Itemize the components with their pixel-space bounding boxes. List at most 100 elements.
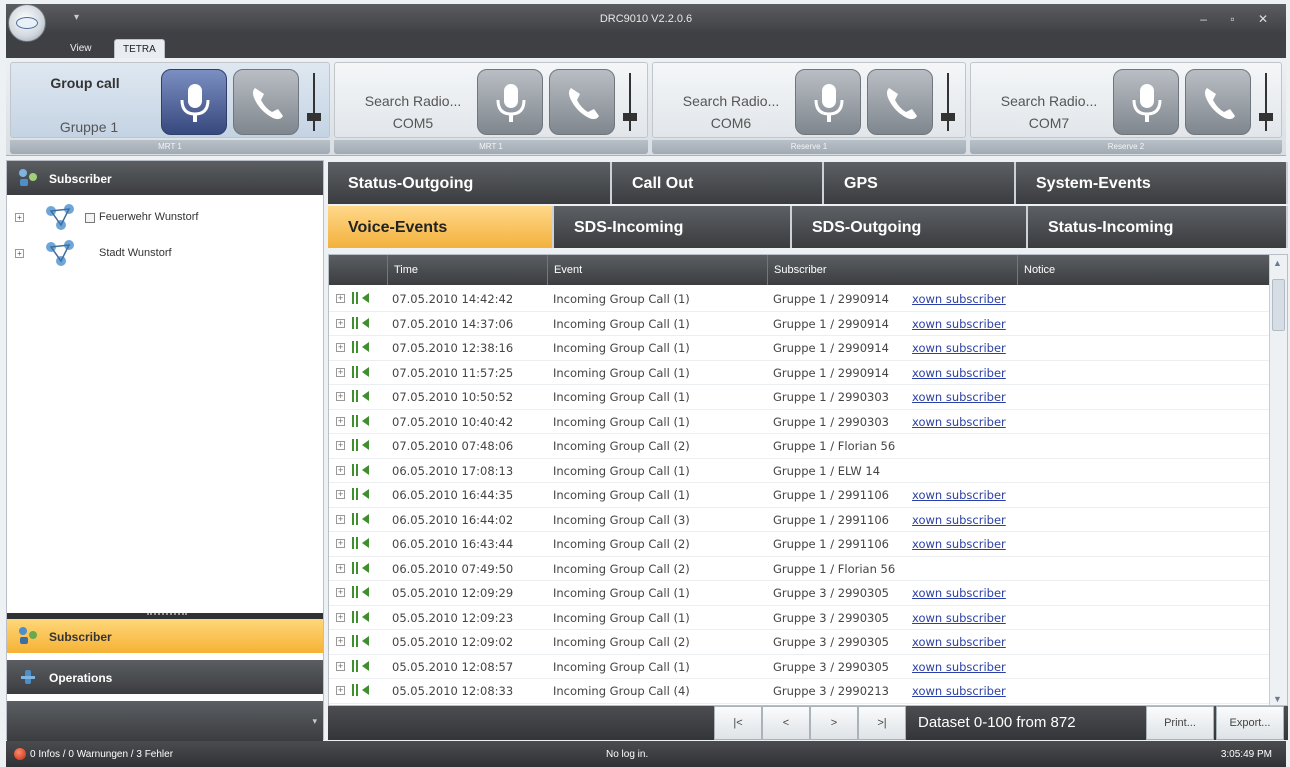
call-button[interactable] xyxy=(549,69,615,135)
print-button[interactable]: Print... xyxy=(1146,706,1214,740)
scroll-down-arrow-icon[interactable]: ▼ xyxy=(1273,694,1282,704)
row-expand-toggle[interactable]: + xyxy=(336,686,345,695)
table-row[interactable]: +07.05.2010 10:40:42 Incoming Group Call … xyxy=(329,410,1269,434)
volume-slider[interactable] xyxy=(307,73,321,133)
tab-sds-outgoing[interactable]: SDS-Outgoing xyxy=(792,206,1028,248)
volume-slider-knob[interactable] xyxy=(1259,113,1273,121)
volume-slider-knob[interactable] xyxy=(941,113,955,121)
scroll-up-arrow-icon[interactable]: ▲ xyxy=(1273,258,1282,268)
row-expand-toggle[interactable]: + xyxy=(336,392,345,401)
table-row[interactable]: +06.05.2010 16:44:02 Incoming Group Call … xyxy=(329,508,1269,532)
expand-toggle[interactable]: + xyxy=(15,249,24,258)
first-page-button[interactable]: |< xyxy=(714,706,762,740)
chevron-down-icon[interactable]: ▾ xyxy=(312,716,317,727)
row-expand-toggle[interactable]: + xyxy=(336,661,345,671)
row-expand-toggle[interactable]: + xyxy=(336,612,345,622)
own-subscriber-link[interactable]: xown subscriber xyxy=(912,341,1006,355)
ribbon-tab-view[interactable]: View xyxy=(62,39,100,58)
call-button[interactable] xyxy=(867,69,933,135)
header-cell-event[interactable]: Event xyxy=(547,255,767,285)
expand-toggle[interactable]: + xyxy=(15,213,24,222)
own-subscriber-link[interactable]: xown subscriber xyxy=(912,317,1006,331)
table-row[interactable]: +06.05.2010 16:44:35 Incoming Group Call … xyxy=(329,483,1269,508)
nav-button-subscriber[interactable]: Subscriber xyxy=(7,619,323,653)
ptt-microphone-button[interactable] xyxy=(477,69,543,135)
table-row[interactable]: +05.05.2010 12:09:02 Incoming Group Call … xyxy=(329,630,1269,655)
tab-call-out[interactable]: Call Out xyxy=(612,162,824,204)
row-expand-toggle[interactable]: + xyxy=(336,563,345,573)
tab-sds-incoming[interactable]: SDS-Incoming xyxy=(554,206,792,248)
scrollbar-thumb[interactable] xyxy=(1272,279,1285,331)
header-cell-subscriber[interactable]: Subscriber xyxy=(767,255,1017,285)
tree-item-checkbox[interactable] xyxy=(85,213,95,223)
ptt-microphone-button[interactable] xyxy=(161,69,227,135)
table-row[interactable]: +07.05.2010 12:38:16 Incoming Group Call … xyxy=(329,336,1269,361)
volume-slider[interactable] xyxy=(623,73,637,133)
header-cell-time[interactable]: Time xyxy=(387,255,547,285)
error-status-icon[interactable] xyxy=(14,748,26,760)
quick-access-toolbar[interactable]: ▾ xyxy=(74,12,79,23)
own-subscriber-link[interactable]: xown subscriber xyxy=(912,635,1006,649)
table-row[interactable]: +07.05.2010 14:42:42 Incoming Group Call … xyxy=(329,287,1269,312)
tab-voice-events[interactable]: Voice-Events xyxy=(328,206,554,248)
message-counts[interactable]: 0 Infos / 0 Warnungen / 3 Fehler xyxy=(30,749,173,760)
own-subscriber-link[interactable]: xown subscriber xyxy=(912,513,1006,527)
application-menu-orb[interactable] xyxy=(8,4,46,42)
volume-slider-knob[interactable] xyxy=(307,113,321,121)
own-subscriber-link[interactable]: xown subscriber xyxy=(912,660,1006,674)
row-expand-toggle[interactable]: + xyxy=(336,343,345,352)
nav-button-operations[interactable]: Operations xyxy=(7,660,323,694)
last-page-button[interactable]: >| xyxy=(858,706,906,740)
row-expand-toggle[interactable]: + xyxy=(336,441,345,450)
call-button[interactable] xyxy=(233,69,299,135)
table-row[interactable]: +06.05.2010 16:43:44 Incoming Group Call … xyxy=(329,532,1269,557)
table-row[interactable]: +07.05.2010 10:50:52 Incoming Group Call … xyxy=(329,385,1269,410)
ribbon-tab-tetra[interactable]: TETRA xyxy=(114,39,165,58)
row-expand-toggle[interactable]: + xyxy=(336,637,345,646)
header-cell-notice[interactable]: Notice xyxy=(1017,255,1269,285)
row-expand-toggle[interactable]: + xyxy=(336,294,345,303)
row-expand-toggle[interactable]: + xyxy=(336,539,345,548)
table-row[interactable]: +05.05.2010 12:09:23 Incoming Group Call … xyxy=(329,606,1269,630)
volume-slider[interactable] xyxy=(941,73,955,133)
row-expand-toggle[interactable]: + xyxy=(336,318,345,328)
table-row[interactable]: +05.05.2010 12:09:29 Incoming Group Call … xyxy=(329,581,1269,606)
volume-slider[interactable] xyxy=(1259,73,1273,133)
nav-overflow-bar[interactable]: ▾ xyxy=(7,701,323,741)
table-row[interactable]: +05.05.2010 12:08:57 Incoming Group Call … xyxy=(329,655,1269,679)
own-subscriber-link[interactable]: xown subscriber xyxy=(912,390,1006,404)
table-row[interactable]: +07.05.2010 07:48:06 Incoming Group Call … xyxy=(329,434,1269,459)
row-expand-toggle[interactable]: + xyxy=(336,514,345,524)
row-expand-toggle[interactable]: + xyxy=(336,588,345,597)
table-row[interactable]: +05.05.2010 12:08:33 Incoming Group Call … xyxy=(329,679,1269,704)
close-button[interactable]: ✕ xyxy=(1258,12,1278,26)
own-subscriber-link[interactable]: xown subscriber xyxy=(912,415,1006,429)
tab-gps[interactable]: GPS xyxy=(824,162,1016,204)
call-button[interactable] xyxy=(1185,69,1251,135)
table-row[interactable]: +07.05.2010 11:57:25 Incoming Group Call … xyxy=(329,361,1269,385)
own-subscriber-link[interactable]: xown subscriber xyxy=(912,611,1006,625)
maximize-button[interactable]: ▫ xyxy=(1230,12,1244,26)
row-expand-toggle[interactable]: + xyxy=(336,416,345,426)
own-subscriber-link[interactable]: xown subscriber xyxy=(912,366,1006,380)
minimize-button[interactable]: – xyxy=(1200,12,1217,26)
row-expand-toggle[interactable]: + xyxy=(336,367,345,377)
own-subscriber-link[interactable]: xown subscriber xyxy=(912,537,1006,551)
table-row[interactable]: +06.05.2010 17:08:13 Incoming Group Call … xyxy=(329,459,1269,483)
table-row[interactable]: +06.05.2010 07:49:50 Incoming Group Call … xyxy=(329,557,1269,581)
next-page-button[interactable]: > xyxy=(810,706,858,740)
prev-page-button[interactable]: < xyxy=(762,706,810,740)
ptt-microphone-button[interactable] xyxy=(795,69,861,135)
row-expand-toggle[interactable]: + xyxy=(336,465,345,475)
own-subscriber-link[interactable]: xown subscriber xyxy=(912,292,1006,306)
table-row[interactable]: +07.05.2010 14:37:06 Incoming Group Call … xyxy=(329,312,1269,336)
tree-item-feuerwehr-wunstorf[interactable]: + Feuerwehr Wunstorf xyxy=(15,203,315,233)
own-subscriber-link[interactable]: xown subscriber xyxy=(912,586,1006,600)
tab-status-incoming[interactable]: Status-Incoming xyxy=(1028,206,1288,248)
tab-status-outgoing[interactable]: Status-Outgoing xyxy=(328,162,612,204)
tree-item-stadt-wunstorf[interactable]: + Stadt Wunstorf xyxy=(15,239,315,269)
vertical-scrollbar[interactable]: ▲ ▼ xyxy=(1269,255,1287,705)
own-subscriber-link[interactable]: xown subscriber xyxy=(912,488,1006,502)
volume-slider-knob[interactable] xyxy=(623,113,637,121)
tab-system-events[interactable]: System-Events xyxy=(1016,162,1288,204)
